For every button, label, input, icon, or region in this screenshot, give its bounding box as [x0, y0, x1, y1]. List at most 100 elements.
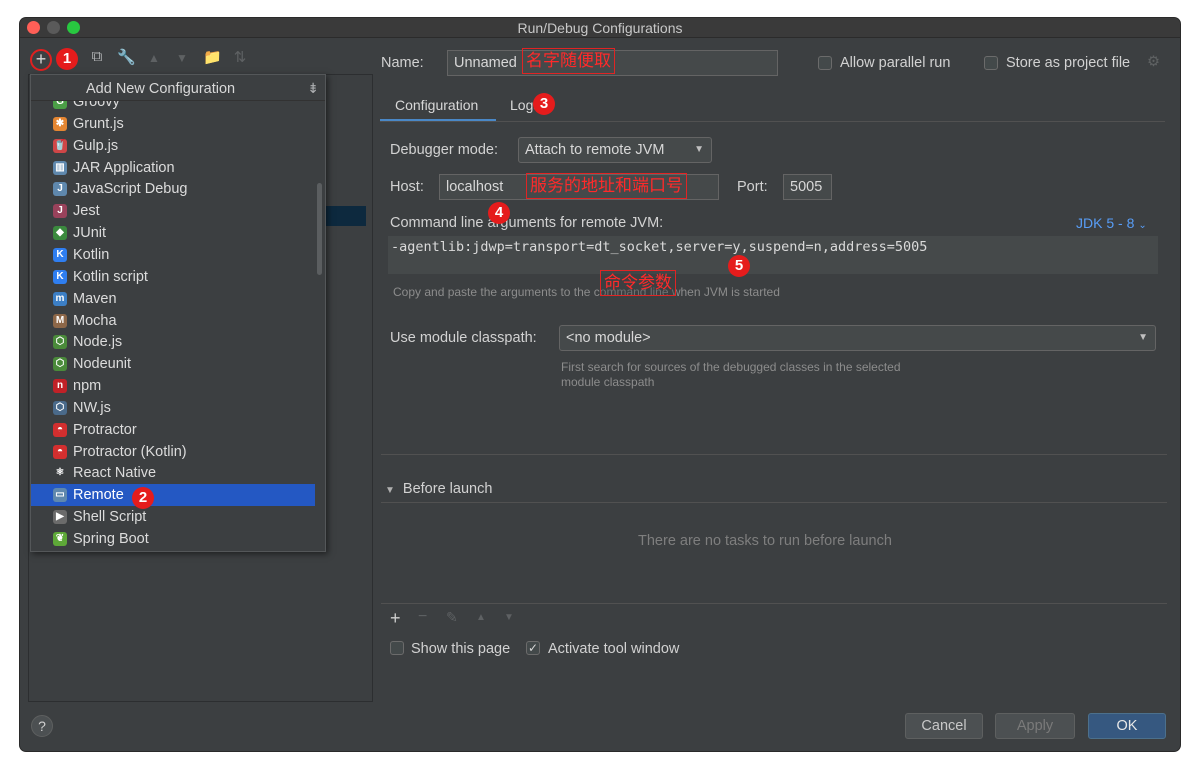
junit-icon: ◆	[53, 226, 67, 241]
arrow-up-icon[interactable]: ▲	[145, 51, 163, 65]
jdk-version-label: JDK 5 - 8	[1076, 215, 1135, 231]
config-type-junit[interactable]: ◆ JUnit	[31, 222, 315, 244]
jar-icon: ▥	[53, 160, 67, 175]
cancel-button[interactable]: Cancel	[905, 713, 983, 739]
move-task-up-button[interactable]: ▲	[476, 612, 486, 623]
config-type-mocha[interactable]: M Mocha	[31, 310, 315, 332]
port-label: Port:	[737, 179, 768, 195]
collapse-icon[interactable]: ⇟	[307, 80, 319, 97]
copy-icon[interactable]: ⧉	[88, 48, 106, 65]
config-type-nw-js[interactable]: ⬡ NW.js	[31, 397, 315, 419]
show-page-checkbox[interactable]	[390, 641, 404, 655]
debugger-mode-value: Attach to remote JVM	[525, 142, 665, 158]
shell-script-icon: ▶	[53, 510, 67, 525]
config-type-label: JAR Application	[73, 159, 175, 176]
new-folder-icon[interactable]: 📁	[203, 48, 222, 66]
config-type-react-native[interactable]: ⚛ React Native	[31, 462, 315, 484]
nodejs-icon: ⬡	[53, 335, 67, 350]
debugger-mode-label: Debugger mode:	[390, 142, 499, 158]
add-task-button[interactable]: +	[390, 608, 401, 629]
tab-configuration[interactable]: Configuration	[395, 97, 478, 113]
sort-icon[interactable]: ⇅	[231, 48, 249, 66]
debugger-mode-select[interactable]: Attach to remote JVM ▼	[518, 137, 712, 163]
module-hint-line2: module classpath	[561, 375, 655, 389]
ok-button[interactable]: OK	[1088, 713, 1166, 739]
config-type-remote[interactable]: ▭ Remote	[31, 484, 315, 507]
annotation-badge-2: 2	[132, 487, 154, 509]
config-type-kotlin-script[interactable]: K Kotlin script	[31, 266, 315, 288]
config-type-grunt-js[interactable]: ✱ Grunt.js	[31, 113, 315, 135]
config-type-groovy[interactable]: G Groovy	[31, 101, 315, 113]
config-type-jest[interactable]: J Jest	[31, 200, 315, 222]
config-type-label: Shell Script	[73, 509, 147, 526]
config-type-label: Kotlin	[73, 246, 110, 263]
add-new-configuration-popup: Add New Configuration ⇟ G Groovy ✱ Grunt.js…	[30, 74, 326, 552]
config-type-label: JavaScript Debug	[73, 181, 188, 198]
config-type-label: Grunt.js	[73, 115, 124, 132]
move-task-down-button[interactable]: ▼	[504, 612, 514, 623]
add-configuration-button[interactable]: +	[30, 49, 52, 71]
chevron-down-icon: ▼	[1138, 332, 1148, 343]
name-annotation: 名字随便取	[522, 48, 615, 74]
port-value: 5005	[790, 179, 823, 195]
config-type-javascript-debug[interactable]: J JavaScript Debug	[31, 178, 315, 200]
jdk-version-link[interactable]: JDK 5 - 8 ⌄	[1076, 215, 1147, 231]
store-project-checkbox[interactable]	[984, 56, 998, 70]
config-type-protractor[interactable]: ◓ Protractor	[31, 419, 315, 441]
config-type-label: npm	[73, 378, 102, 395]
cmd-annotation: 命令参数	[600, 270, 676, 296]
arrow-down-icon[interactable]: ▼	[173, 51, 191, 65]
config-type-jar-application[interactable]: ▥ JAR Application	[31, 157, 315, 179]
module-classpath-select[interactable]: <no module> ▼	[559, 325, 1156, 351]
npm-icon: n	[53, 379, 67, 394]
spring-boot-icon: ❦	[53, 532, 67, 546]
tabs-divider	[380, 121, 1165, 122]
cmd-args-textarea[interactable]: -agentlib:jdwp=transport=dt_socket,serve…	[388, 236, 1158, 274]
groovy-icon: G	[53, 101, 67, 109]
config-type-spring-boot[interactable]: ❦ Spring Boot	[31, 528, 315, 550]
annotation-badge-3: 3	[533, 93, 555, 115]
config-type-nodeunit[interactable]: ⬡ Nodeunit	[31, 353, 315, 375]
config-type-label: Kotlin script	[73, 268, 148, 285]
maven-icon: m	[53, 291, 67, 306]
react-native-icon: ⚛	[53, 466, 67, 481]
config-type-gulp-js[interactable]: 🥤 Gulp.js	[31, 135, 315, 157]
config-type-maven[interactable]: m Maven	[31, 288, 315, 310]
settings-gear-icon[interactable]: ⚙	[1147, 54, 1160, 70]
cmd-args-value: -agentlib:jdwp=transport=dt_socket,serve…	[391, 239, 928, 255]
popup-title: Add New Configuration	[31, 75, 325, 101]
config-type-label: Maven	[73, 290, 117, 307]
edit-task-button[interactable]: ✎	[446, 609, 458, 626]
config-type-label: Node.js	[73, 334, 123, 351]
config-type-label: Nodeunit	[73, 356, 132, 373]
show-page-label: Show this page	[411, 641, 511, 657]
allow-parallel-checkbox[interactable]	[818, 56, 832, 70]
config-type-label: React Native	[73, 465, 157, 482]
help-button[interactable]: ?	[31, 715, 53, 737]
no-tasks-text: There are no tasks to run before launch	[638, 533, 892, 549]
annotation-badge-4: 4	[488, 202, 510, 224]
before-launch-toggle[interactable]: ▼ Before launch	[385, 481, 492, 497]
port-input[interactable]: 5005	[783, 174, 832, 200]
popup-scrollbar[interactable]	[317, 183, 322, 275]
kotlin-script-icon: K	[53, 269, 67, 284]
config-type-npm[interactable]: n npm	[31, 375, 315, 397]
host-annotation: 服务的地址和端口号	[526, 173, 687, 199]
module-hint-line1: First search for sources of the debugged…	[561, 360, 901, 374]
annotation-badge-1: 1	[56, 48, 78, 70]
apply-button[interactable]: Apply	[995, 713, 1075, 739]
config-type-protractor-kotlin[interactable]: ◓ Protractor (Kotlin)	[31, 441, 315, 463]
module-classpath-value: <no module>	[566, 330, 651, 346]
remove-task-button[interactable]: −	[418, 608, 427, 626]
wrench-icon[interactable]: 🔧	[117, 48, 136, 66]
config-type-node-js[interactable]: ⬡ Node.js	[31, 331, 315, 353]
before-launch-label: Before launch	[402, 481, 493, 497]
kotlin-icon: K	[53, 247, 67, 262]
module-classpath-label: Use module classpath:	[390, 330, 537, 346]
config-type-label: NW.js	[73, 399, 111, 416]
host-label: Host:	[390, 179, 424, 195]
config-type-kotlin[interactable]: K Kotlin	[31, 244, 315, 266]
activate-tool-window-checkbox[interactable]: ✓	[526, 641, 540, 655]
config-type-shell-script[interactable]: ▶ Shell Script	[31, 506, 315, 528]
config-type-label: Jest	[73, 203, 100, 220]
